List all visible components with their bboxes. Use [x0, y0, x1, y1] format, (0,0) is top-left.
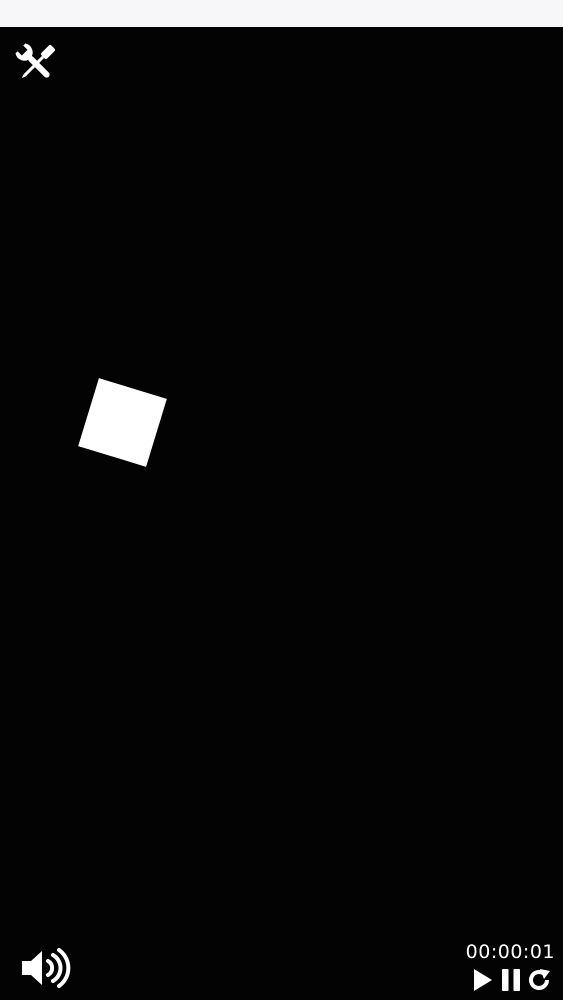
- wrench-screwdriver-icon: [15, 43, 55, 79]
- pause-button[interactable]: [499, 967, 523, 993]
- top-bar: [0, 0, 563, 27]
- play-icon: [474, 969, 492, 991]
- pause-icon: [502, 969, 520, 991]
- game-canvas[interactable]: [0, 27, 563, 1000]
- elapsed-time: 00:00:01: [465, 941, 555, 963]
- restart-icon: [529, 969, 550, 990]
- playback-controls: [471, 966, 551, 994]
- volume-button[interactable]: [20, 946, 74, 990]
- tools-button[interactable]: [12, 40, 60, 88]
- speaker-volume-icon: [22, 948, 71, 988]
- restart-button[interactable]: [527, 967, 551, 993]
- play-button[interactable]: [471, 967, 495, 993]
